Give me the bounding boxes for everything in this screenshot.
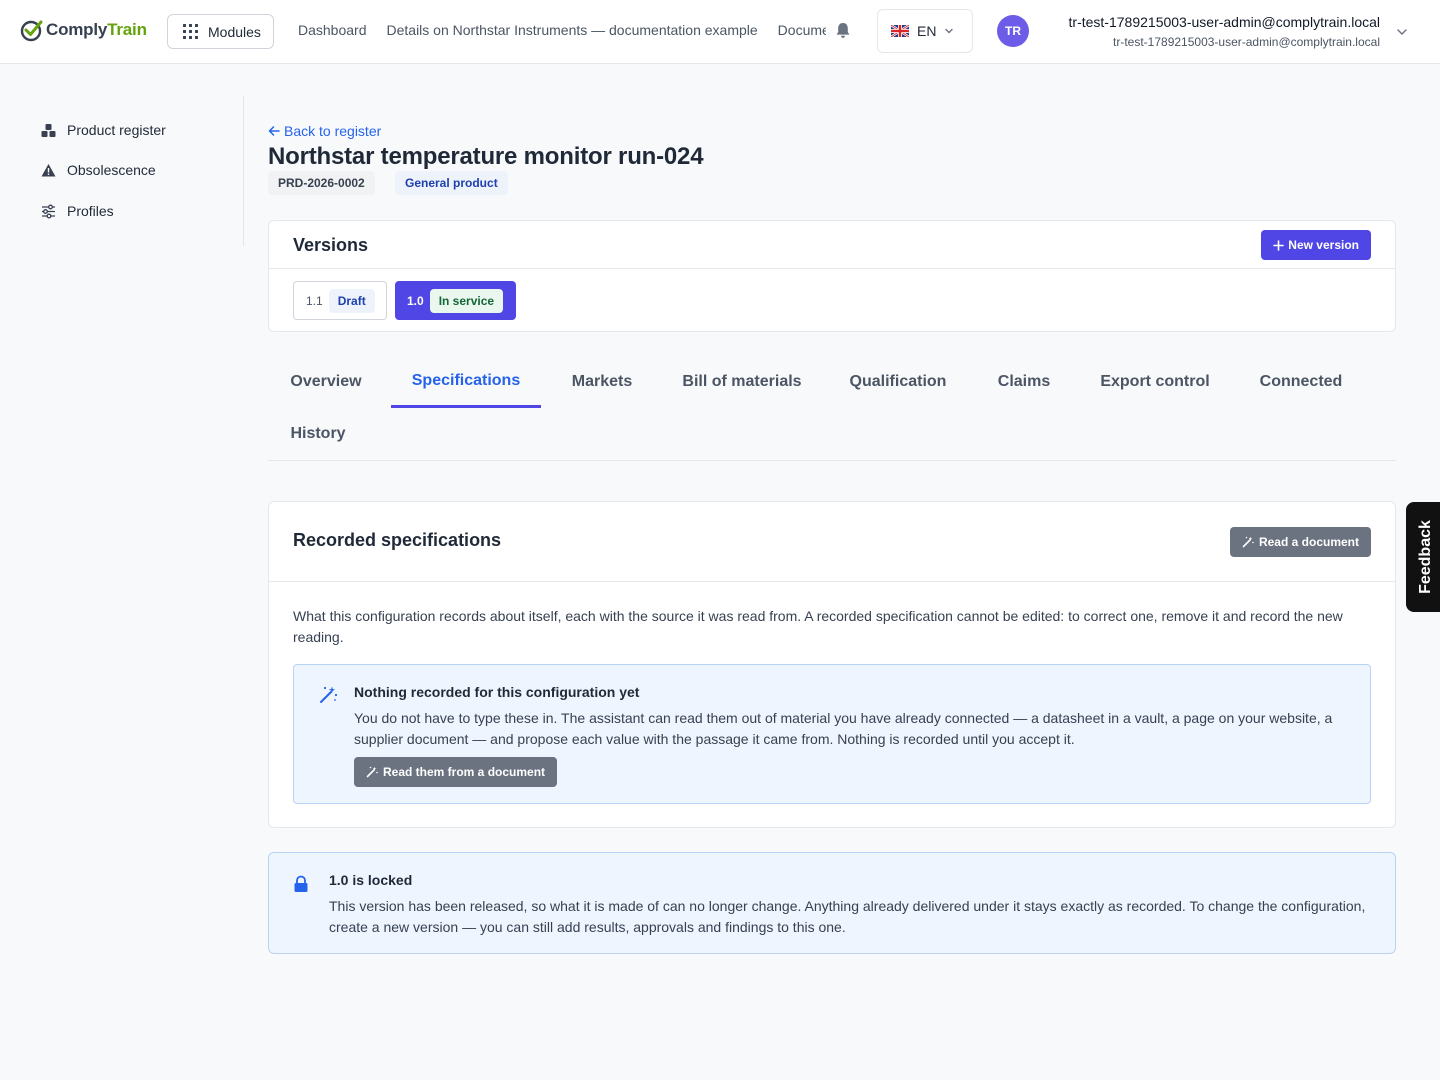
sidebar-item-label: Product register [67, 122, 166, 138]
new-version-button[interactable]: New version [1261, 230, 1371, 260]
plus-icon [1273, 239, 1285, 251]
user-email: tr-test-1789215003-user-admin@complytrai… [1113, 35, 1380, 49]
versions-title: Versions [293, 235, 369, 255]
read-document-button[interactable]: Read a document [1229, 527, 1371, 557]
sidebar-item-obsolescence[interactable]: Obsolescence [41, 162, 156, 178]
sidebar-item-label: Obsolescence [67, 162, 156, 178]
divider [269, 581, 1395, 582]
tab-export-control[interactable]: Export control [1081, 356, 1229, 408]
top-bar: ComplyTrain Modules Dashboard Details on… [0, 0, 1440, 64]
status-badge: In service [429, 288, 504, 313]
specifications-card: Recorded specifications Read a document … [268, 501, 1396, 828]
check-circle-icon [20, 20, 43, 42]
boxes-icon [41, 123, 56, 137]
feedback-label: Feedback [1417, 520, 1434, 594]
arrow-left-icon [268, 126, 280, 136]
read-from-document-label: Read them from a document [383, 765, 546, 779]
chevron-down-icon [945, 28, 954, 34]
avatar[interactable]: TR [997, 15, 1029, 47]
magic-wand-icon [320, 686, 338, 703]
back-link-label: Back to register [284, 123, 382, 139]
status-badge: Draft [328, 288, 375, 313]
uk-flag-icon [891, 25, 909, 37]
specifications-description: What this configuration records about it… [293, 608, 1343, 645]
breadcrumb-dashboard[interactable]: Dashboard [298, 22, 367, 38]
new-version-label: New version [1288, 238, 1359, 252]
tab-overview[interactable]: Overview [268, 356, 384, 408]
breadcrumb-documents[interactable]: Documents [778, 22, 826, 38]
specifications-title: Recorded specifications [293, 530, 502, 550]
tab-markets[interactable]: Markets [549, 356, 655, 408]
sidebar-item-product-register[interactable]: Product register [41, 122, 166, 138]
versions-card: Versions New version 1.1 Draft 1.0 In se… [268, 220, 1396, 332]
sliders-icon [42, 204, 55, 218]
page-title: Northstar temperature monitor run-024 [268, 143, 704, 170]
language-selector[interactable]: EN [877, 9, 973, 53]
divider [269, 268, 1395, 269]
sidebar-item-label: Profiles [67, 203, 114, 219]
bell-icon[interactable] [835, 22, 851, 39]
logo-text: ComplyTrain [46, 20, 147, 39]
tab-claims[interactable]: Claims [975, 356, 1073, 408]
tab-specifications[interactable]: Specifications [391, 356, 541, 408]
breadcrumb: Dashboard Details on Northstar Instrumen… [298, 22, 826, 38]
language-code: EN [917, 23, 937, 39]
chevron-down-icon[interactable] [1396, 26, 1408, 38]
read-from-document-button[interactable]: Read them from a document [354, 757, 558, 787]
magic-wand-icon [366, 766, 378, 778]
user-name[interactable]: tr-test-1789215003-user-admin@complytrai… [1069, 14, 1380, 30]
version-pill-1-0[interactable]: 1.0 In service [395, 281, 516, 320]
version-number: 1.0 [407, 293, 424, 308]
empty-state-text: You do not have to type these in. The as… [354, 710, 1333, 747]
tab-bar: Overview Specifications Markets Bill of … [268, 356, 1396, 461]
breadcrumb-details[interactable]: Details on Northstar Instruments — docum… [387, 22, 758, 38]
magic-wand-icon [1242, 536, 1254, 548]
sidebar-item-profiles[interactable]: Profiles [41, 203, 114, 219]
back-to-register-link[interactable]: Back to register [268, 123, 381, 139]
version-pill-1-1[interactable]: 1.1 Draft [293, 281, 387, 320]
modules-label: Modules [208, 23, 261, 40]
feedback-button[interactable]: Feedback [1406, 502, 1440, 612]
sidebar: Product register Obsolescence Profiles [0, 96, 244, 246]
product-type-badge: General product [395, 171, 508, 195]
product-id-badge: PRD-2026-0002 [268, 171, 375, 195]
tab-connected[interactable]: Connected [1237, 356, 1365, 408]
modules-button[interactable]: Modules [167, 14, 274, 49]
tab-bill-of-materials[interactable]: Bill of materials [663, 356, 821, 408]
warning-icon [41, 163, 56, 176]
locked-notice-title: 1.0 is locked [329, 872, 413, 888]
locked-notice: 1.0 is locked This version has been rele… [268, 852, 1396, 954]
read-document-label: Read a document [1258, 535, 1359, 549]
version-number: 1.1 [306, 293, 323, 308]
locked-notice-text: This version has been released, so what … [329, 898, 1366, 935]
lock-icon [294, 875, 308, 892]
tab-history[interactable]: History [268, 408, 368, 460]
app-logo[interactable]: ComplyTrain [20, 18, 147, 42]
empty-state-title: Nothing recorded for this configuration … [354, 684, 640, 700]
tab-qualification[interactable]: Qualification [829, 356, 967, 408]
grid-icon [183, 24, 198, 39]
empty-state: Nothing recorded for this configuration … [293, 664, 1371, 804]
